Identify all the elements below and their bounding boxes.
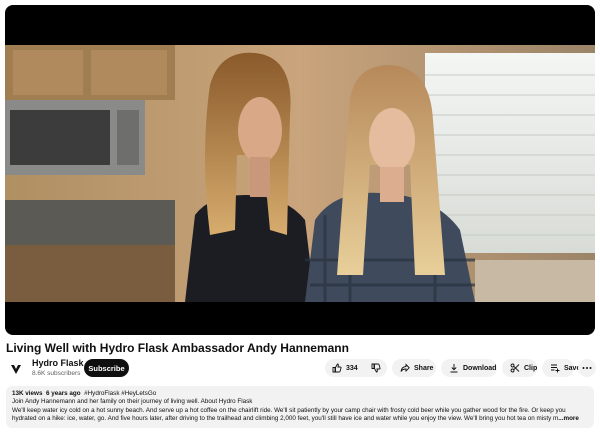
scissors-icon <box>510 363 520 373</box>
clip-button[interactable]: Clip <box>502 359 537 377</box>
download-button[interactable]: Download <box>441 359 497 377</box>
description-line-2: We'll keep water icy cold on a hot sunny… <box>12 406 566 414</box>
upload-age: 6 years ago <box>45 390 81 397</box>
channel-name[interactable]: Hydro Flask <box>32 358 84 368</box>
description-line-1: Join Andy Hannemann and her family on th… <box>12 398 253 406</box>
subscriber-count: 8.6K subscribers <box>32 370 81 377</box>
more-actions-button[interactable] <box>578 359 596 377</box>
video-frame <box>5 45 595 302</box>
video-title: Living Well with Hydro Flask Ambassador … <box>6 341 349 355</box>
description-line-3: hydrated on a hike: ice, water, go. And … <box>12 415 588 423</box>
save-button[interactable]: Save <box>542 359 580 377</box>
description-meta: 13K views 6 years ago #HydroFlask #HeyLe… <box>12 390 588 398</box>
share-icon <box>400 363 410 373</box>
add-to-playlist-icon <box>551 364 560 373</box>
view-count: 13K views <box>12 390 43 397</box>
like-button[interactable]: 334 <box>325 359 364 377</box>
description-box[interactable]: 13K views 6 years ago #HydroFlask #HeyLe… <box>6 386 594 428</box>
more-horizontal-icon <box>582 367 592 369</box>
download-icon <box>450 364 458 373</box>
channel-avatar[interactable] <box>6 359 26 379</box>
thumbs-down-icon <box>371 363 381 373</box>
clip-label: Clip <box>524 364 538 372</box>
subscribe-button[interactable]: Subscribe <box>84 359 129 377</box>
like-count: 334 <box>346 364 358 372</box>
show-more-link[interactable]: ...more <box>558 415 579 422</box>
description-line-3-text: hydrated on a hike: ice, water, go. And … <box>12 414 559 422</box>
like-dislike-group: 334 <box>325 359 387 377</box>
channel-action-row: Hydro Flask 8.6K subscribers Subscribe 3… <box>6 357 596 381</box>
share-label: Share <box>414 364 434 372</box>
video-player[interactable] <box>5 5 595 335</box>
share-button[interactable]: Share <box>392 359 436 377</box>
thumbs-up-icon <box>332 363 342 373</box>
hashtags[interactable]: #HydroFlask #HeyLetsGo <box>84 390 156 397</box>
dislike-button[interactable] <box>364 359 388 377</box>
download-label: Download <box>463 364 497 372</box>
